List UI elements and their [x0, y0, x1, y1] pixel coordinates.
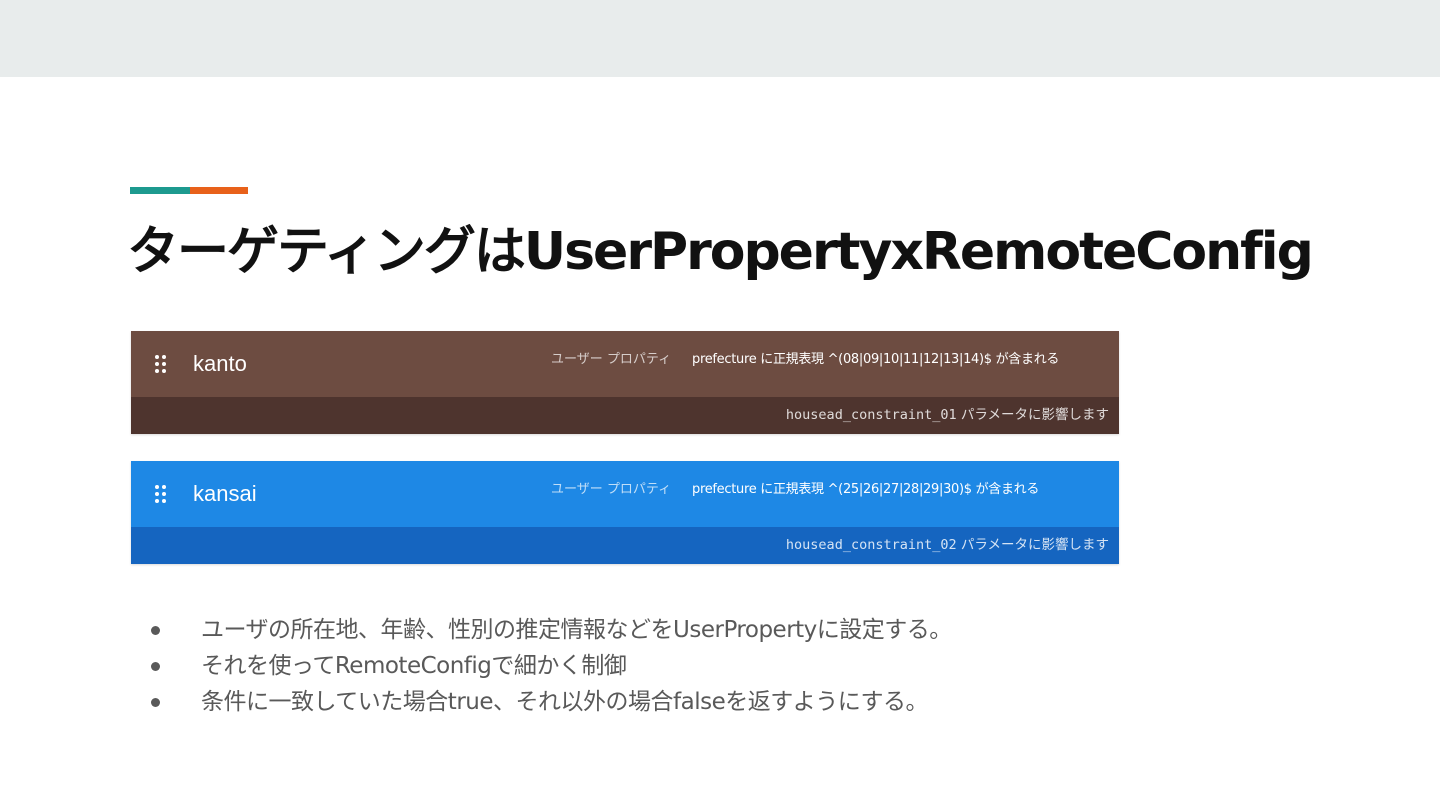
condition-name: kansai	[193, 481, 257, 506]
bullet-dot-icon	[151, 626, 160, 635]
condition-card-kansai[interactable]: kansai ユーザー プロパティ prefecture に正規表現 ^(25|…	[131, 461, 1119, 564]
condition-rule: prefecture に正規表現 ^(08|09|10|11|12|13|14)…	[692, 352, 1060, 367]
bullet-dot-icon	[151, 698, 160, 707]
title-accent-orange	[190, 187, 248, 194]
parameter-note: パラメータに影響します	[956, 537, 1109, 553]
title-accent-teal	[130, 187, 190, 194]
parameter-note: パラメータに影響します	[956, 407, 1109, 423]
parameter-key: housead_constraint_02	[785, 537, 957, 553]
property-type-label: ユーザー プロパティ	[551, 352, 672, 367]
bullet-dot-icon	[151, 662, 160, 671]
condition-footer: housead_constraint_01 パラメータに影響します	[131, 397, 1119, 434]
drag-handle-icon[interactable]	[155, 355, 167, 373]
parameter-effect-text: housead_constraint_02 パラメータに影響します	[786, 536, 1109, 554]
bullet-text: 条件に一致していた場合true、それ以外の場合falseを返すようにする。	[201, 689, 928, 715]
condition-name: kanto	[193, 351, 247, 376]
parameter-effect-text: housead_constraint_01 パラメータに影響します	[786, 406, 1109, 424]
bullet-text: ユーザの所在地、年齢、性別の推定情報などをUserPropertyに設定する。	[201, 617, 952, 643]
slide-title: ターゲティングはUserPropertyxRemoteConfig	[127, 222, 1314, 282]
slide-header-band	[0, 0, 1440, 77]
condition-card-kanto[interactable]: kanto ユーザー プロパティ prefecture に正規表現 ^(08|0…	[131, 331, 1119, 434]
condition-header: kansai ユーザー プロパティ prefecture に正規表現 ^(25|…	[131, 461, 1119, 527]
condition-footer: housead_constraint_02 パラメータに影響します	[131, 527, 1119, 564]
condition-header: kanto ユーザー プロパティ prefecture に正規表現 ^(08|0…	[131, 331, 1119, 397]
condition-rule: prefecture に正規表現 ^(25|26|27|28|29|30)$ が…	[692, 482, 1040, 497]
property-type-label: ユーザー プロパティ	[551, 482, 672, 497]
bullet-text: それを使ってRemoteConfigで細かく制御	[201, 653, 627, 679]
parameter-key: housead_constraint_01	[785, 407, 957, 423]
drag-handle-icon[interactable]	[155, 485, 167, 503]
